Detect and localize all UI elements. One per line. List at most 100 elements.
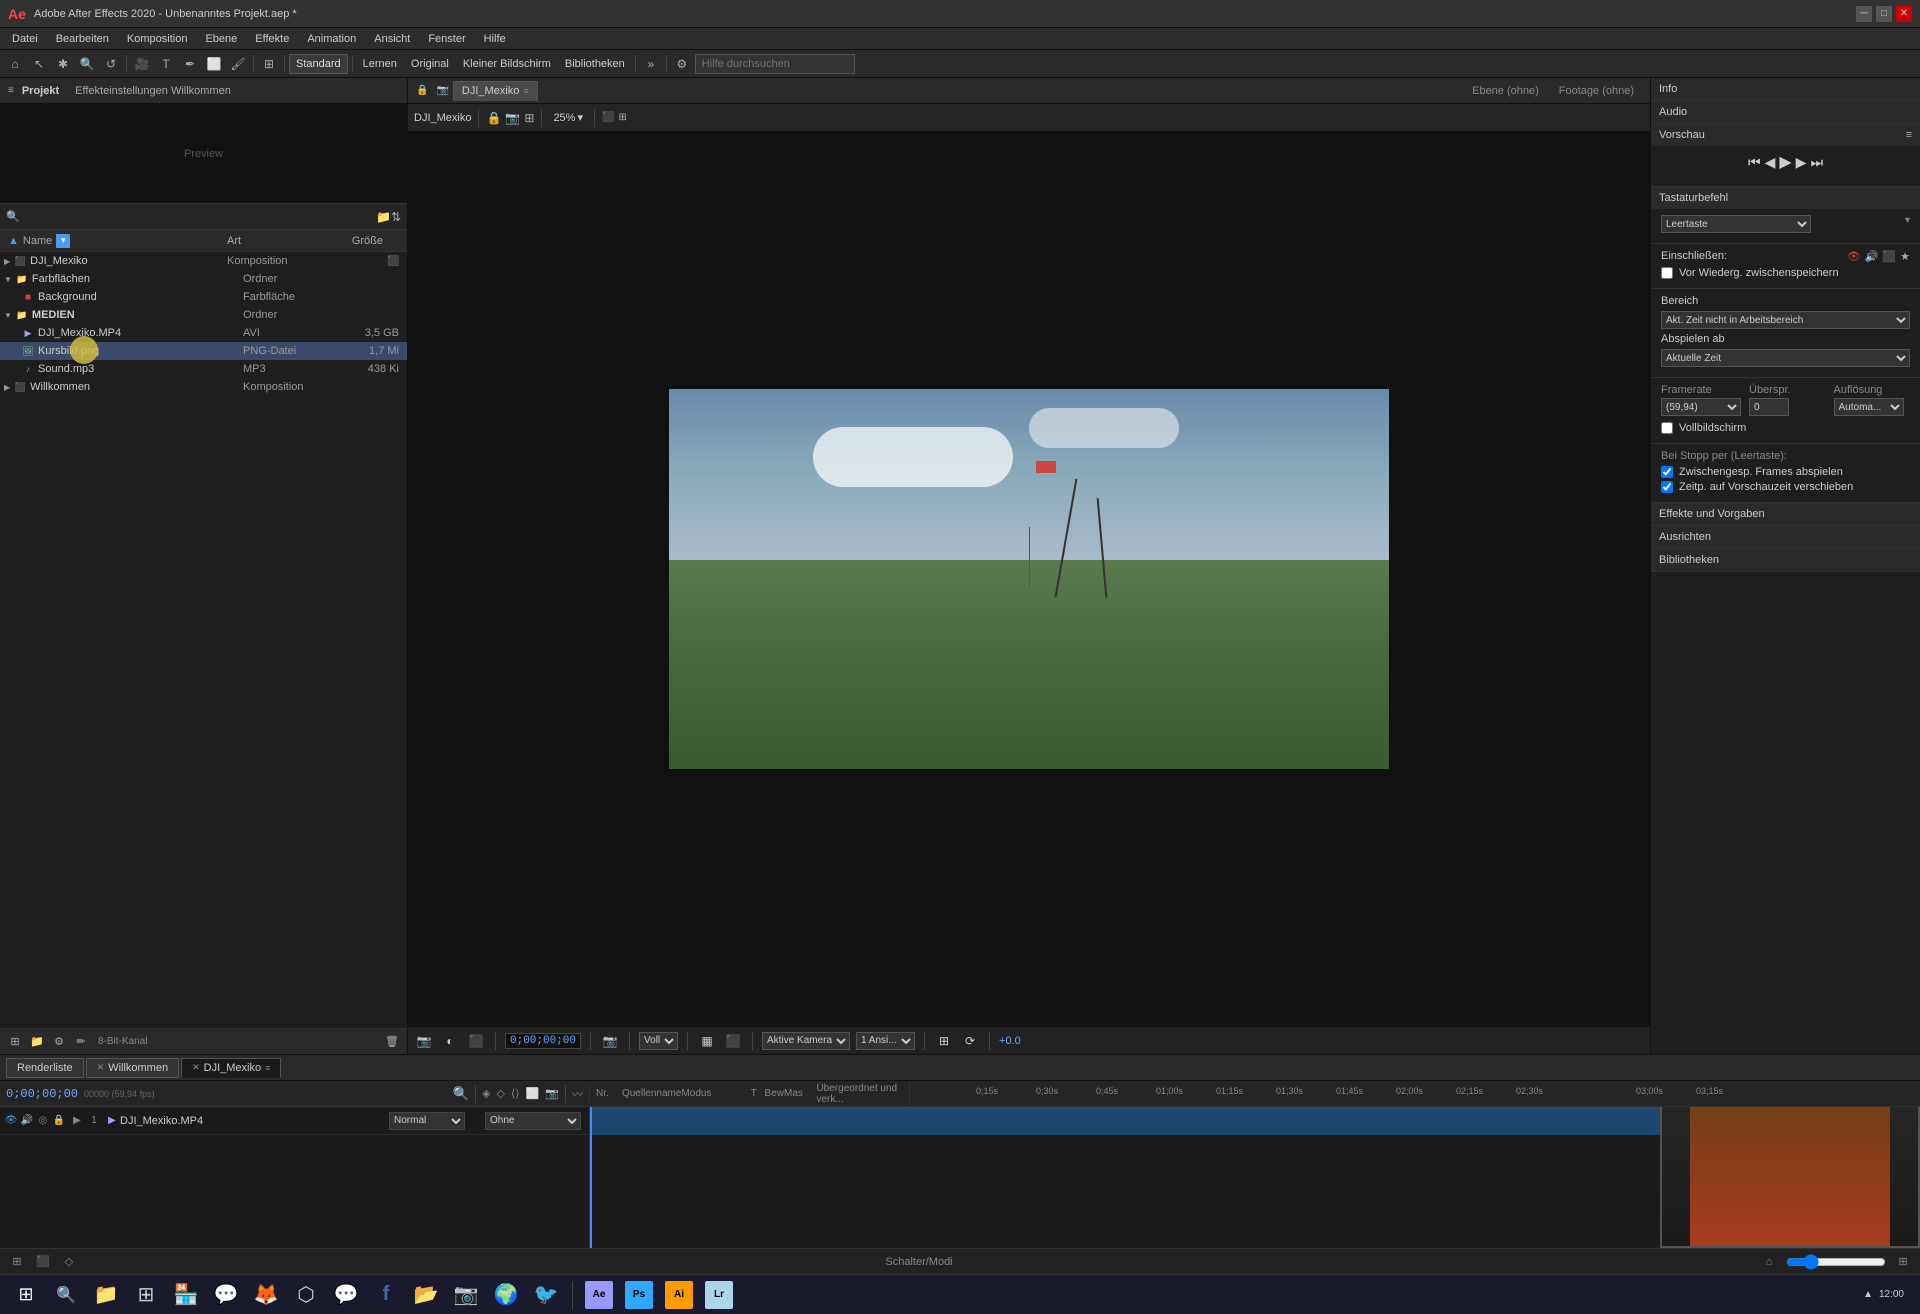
- ps-button[interactable]: Ps: [621, 1277, 657, 1313]
- new-comp-icon[interactable]: ⊞: [6, 1033, 24, 1051]
- project-search-input[interactable]: [24, 208, 376, 226]
- delete-icon[interactable]: 🗑: [383, 1033, 401, 1051]
- draft-icon[interactable]: ⬛: [466, 1031, 486, 1051]
- framerate-select[interactable]: (59,94): [1661, 398, 1741, 416]
- layer-audio-icon[interactable]: 🔊: [20, 1114, 34, 1128]
- layer-visibility-icon[interactable]: 👁: [4, 1114, 18, 1128]
- select-tool[interactable]: ↖: [28, 53, 50, 75]
- audio-section-header[interactable]: Audio: [1651, 101, 1920, 123]
- quality-select[interactable]: Voll: [639, 1032, 678, 1050]
- viewer-lock-icon[interactable]: 🔒: [486, 111, 501, 125]
- keyboard-shortcut-header[interactable]: Tastaturbefehl: [1651, 187, 1920, 209]
- footage-settings-icon[interactable]: ⚙: [50, 1033, 68, 1051]
- list-item[interactable]: 🖼 Kursbild.png PNG-Datei 1,7 Mi: [0, 342, 407, 360]
- skip-to-start-button[interactable]: ⏮: [1748, 154, 1761, 171]
- menu-komposition[interactable]: Komposition: [119, 31, 196, 47]
- effects-toggle-icon[interactable]: ★: [1900, 250, 1910, 263]
- maximize-button[interactable]: □: [1876, 6, 1892, 22]
- playhead[interactable]: [590, 1107, 592, 1248]
- pen-tool[interactable]: ✒: [179, 53, 201, 75]
- viewer-camera-icon[interactable]: 📷: [505, 111, 520, 125]
- transparency-icon[interactable]: ▦: [697, 1031, 717, 1051]
- camera-tool[interactable]: 🎥: [131, 53, 153, 75]
- start-button[interactable]: ⊞: [8, 1277, 44, 1313]
- menu-datei[interactable]: Datei: [4, 31, 46, 47]
- store-button[interactable]: 🏪: [168, 1277, 204, 1313]
- willkommen-close-icon[interactable]: ✕: [97, 1062, 105, 1073]
- taskview-button[interactable]: ⊞: [128, 1277, 164, 1313]
- browser-button[interactable]: 🌍: [488, 1277, 524, 1313]
- list-item[interactable]: ■ Background Farbfläche: [0, 288, 407, 306]
- settings-icon[interactable]: ⚙: [671, 53, 693, 75]
- rotate-tool[interactable]: ↺: [100, 53, 122, 75]
- project-tab-label[interactable]: Projekt: [22, 85, 59, 97]
- tl-layer-icon[interactable]: ⬛: [34, 1253, 52, 1271]
- photos-button[interactable]: 📷: [448, 1277, 484, 1313]
- abspielen-select[interactable]: Aktuelle Zeit: [1661, 349, 1910, 367]
- files-button[interactable]: 📂: [408, 1277, 444, 1313]
- prev-frame-button[interactable]: ◀: [1765, 154, 1776, 171]
- whatsapp-button[interactable]: 💬: [208, 1277, 244, 1313]
- menu-fenster[interactable]: Fenster: [420, 31, 473, 47]
- menu-hilfe[interactable]: Hilfe: [476, 31, 514, 47]
- comp-tab-viewer[interactable]: DJI_Mexiko: [414, 112, 471, 124]
- snapshot-icon[interactable]: 📷: [600, 1031, 620, 1051]
- vor-wiederg-checkbox[interactable]: [1661, 267, 1673, 279]
- fit-view-icon[interactable]: ⬛: [602, 112, 614, 123]
- bereich-select[interactable]: Akt. Zeit nicht in Arbeitsbereich: [1661, 311, 1910, 329]
- skip-input[interactable]: [1749, 398, 1789, 416]
- menu-animation[interactable]: Animation: [299, 31, 364, 47]
- app6-button[interactable]: ⬡: [288, 1277, 324, 1313]
- zoom-slider[interactable]: [1786, 1254, 1886, 1270]
- reset-icon[interactable]: ⟳: [960, 1031, 980, 1051]
- resolution-select[interactable]: Automa...: [1834, 398, 1904, 416]
- fullscreen-checkbox[interactable]: [1661, 422, 1673, 434]
- home-tool[interactable]: ⌂: [4, 53, 26, 75]
- preview-section-header[interactable]: Vorschau ≡: [1651, 124, 1920, 146]
- expand-icon[interactable]: ▶: [4, 383, 10, 392]
- keyframe-icon[interactable]: ◇: [497, 1087, 505, 1100]
- dji-mexiko-tab[interactable]: ✕ DJI_Mexiko ≡: [181, 1058, 281, 1078]
- comp-tab-dji[interactable]: DJI_Mexiko ≡: [453, 81, 538, 101]
- shape-tool[interactable]: ⬜: [203, 53, 225, 75]
- willkommen-tab[interactable]: ✕ Willkommen: [86, 1058, 179, 1078]
- new-folder-icon[interactable]: 📁: [376, 210, 391, 224]
- list-item[interactable]: ▶ ⬛ DJI_Mexiko Komposition ⬛: [0, 252, 407, 270]
- twitter-button[interactable]: 🐦: [528, 1277, 564, 1313]
- zoom-tool[interactable]: 🔍: [76, 53, 98, 75]
- menu-ebene[interactable]: Ebene: [197, 31, 245, 47]
- firefox-button[interactable]: 🦊: [248, 1277, 284, 1313]
- sort-icon[interactable]: ⇅: [391, 210, 401, 224]
- layer-lock-icon[interactable]: 🔒: [52, 1114, 66, 1128]
- expand-icon[interactable]: ▼: [4, 275, 12, 284]
- new-folder-icon[interactable]: 📁: [28, 1033, 46, 1051]
- tl-comp-icon[interactable]: ⊞: [8, 1253, 26, 1271]
- ae-button[interactable]: Ae: [581, 1277, 617, 1313]
- mask-icon[interactable]: ⬜: [526, 1087, 540, 1100]
- audio-toggle-icon[interactable]: 🔊: [1865, 250, 1879, 263]
- list-item[interactable]: ▶ DJI_Mexiko.MP4 AVI 3,5 GB: [0, 324, 407, 342]
- list-item[interactable]: ▼ 📁 Farbflächen Ordner: [0, 270, 407, 288]
- expand-icon[interactable]: ▼: [4, 311, 12, 320]
- file-explorer-button[interactable]: 📁: [88, 1277, 124, 1313]
- toolbar-kleiner[interactable]: Kleiner Bildschirm: [457, 58, 557, 70]
- paint-tool[interactable]: 🖌: [227, 53, 249, 75]
- tl-home-icon[interactable]: ⌂: [1760, 1253, 1778, 1271]
- skip-to-end-button[interactable]: ⏭: [1810, 154, 1823, 171]
- toolbar-lernen[interactable]: Lernen: [357, 58, 403, 70]
- motion-path-icon[interactable]: 〰: [572, 1086, 583, 1102]
- text-tool[interactable]: T: [155, 53, 177, 75]
- panel-menu-icon[interactable]: ≡: [8, 85, 14, 96]
- renderliste-tab[interactable]: Renderliste: [6, 1058, 84, 1078]
- facebook-button[interactable]: f: [368, 1277, 404, 1313]
- layer-name-label[interactable]: DJI_Mexiko.MP4: [120, 1115, 389, 1127]
- list-item[interactable]: ▶ ⬛ Willkommen Komposition: [0, 378, 407, 396]
- help-search-input[interactable]: [695, 54, 855, 74]
- solo-icon[interactable]: ◈: [482, 1087, 490, 1100]
- toolbar-original[interactable]: Original: [405, 58, 455, 70]
- timeline-timecode-display[interactable]: 0;00;00;00: [6, 1087, 78, 1101]
- layer-mode-select[interactable]: Normal: [389, 1112, 465, 1130]
- col-options-button[interactable]: ▾: [56, 234, 70, 248]
- ai-button[interactable]: Ai: [661, 1277, 697, 1313]
- dji-close-icon[interactable]: ✕: [192, 1062, 200, 1073]
